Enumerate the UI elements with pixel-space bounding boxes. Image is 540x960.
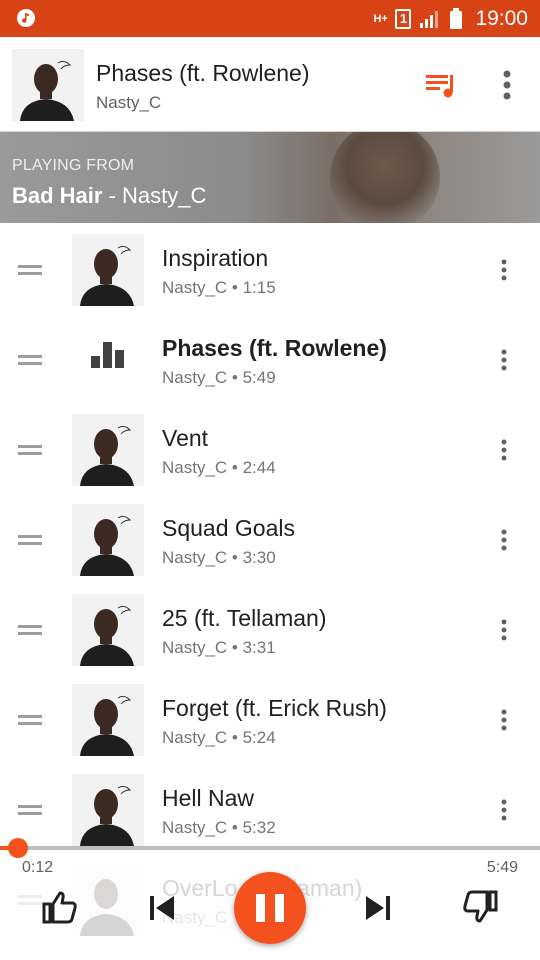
drag-handle-icon[interactable] (18, 445, 42, 455)
thumbs-down-icon[interactable] (462, 890, 498, 924)
music-note-icon (17, 9, 35, 27)
track-thumbnail (72, 774, 144, 846)
track-thumbnail (72, 414, 144, 486)
status-bar: H+ 1 19:00 (0, 0, 540, 37)
player-controls: 0:12 5:49 (0, 838, 540, 960)
more-vert-icon[interactable] (496, 259, 512, 281)
track-subtitle: Nasty_C • 3:30 (162, 548, 276, 567)
playing-from-label: PLAYING FROM (12, 157, 135, 174)
track-subtitle: Nasty_C • 5:24 (162, 728, 276, 747)
queue-row[interactable]: Forget (ft. Erick Rush) Nasty_C • 5:24 (0, 675, 540, 765)
now-playing-artist: Nasty_C (96, 93, 162, 112)
drag-handle-icon[interactable] (18, 535, 42, 545)
track-title: Hell Naw (162, 785, 255, 811)
track-title: Vent (162, 425, 209, 451)
playing-from-source: Bad Hair - Nasty_C (12, 183, 206, 209)
track-subtitle: Nasty_C • 5:49 (162, 368, 276, 387)
drag-handle-icon[interactable] (18, 265, 42, 275)
more-vert-icon[interactable] (494, 67, 520, 103)
drag-handle-icon[interactable] (18, 625, 42, 635)
total-duration: 5:49 (486, 859, 518, 876)
more-vert-icon[interactable] (496, 619, 512, 641)
track-thumbnail (72, 684, 144, 756)
seek-bar[interactable] (0, 846, 540, 850)
sim-slot-badge: 1 (395, 8, 412, 29)
track-title: Phases (ft. Rowlene) (162, 335, 387, 361)
queue-list: Inspiration Nasty_C • 1:15 Phases (ft. R… (0, 225, 540, 945)
track-thumbnail (72, 504, 144, 576)
skip-previous-icon[interactable] (148, 895, 176, 921)
track-thumbnail (72, 594, 144, 666)
queue-row[interactable]: 25 (ft. Tellaman) Nasty_C • 3:31 (0, 585, 540, 675)
track-thumbnail (72, 234, 144, 306)
skip-next-icon[interactable] (364, 895, 392, 921)
track-title: 25 (ft. Tellaman) (162, 605, 327, 631)
more-vert-icon[interactable] (496, 439, 512, 461)
queue-row[interactable]: Phases (ft. Rowlene) Nasty_C • 5:49 (0, 315, 540, 405)
playing-from-artist: Nasty_C (122, 183, 207, 208)
pause-button[interactable] (234, 872, 306, 944)
track-subtitle: Nasty_C • 5:32 (162, 818, 276, 837)
track-subtitle: Nasty_C • 2:44 (162, 458, 276, 477)
now-playing-header[interactable]: Phases (ft. Rowlene) Nasty_C (0, 37, 540, 132)
banner-artwork (330, 132, 440, 223)
now-playing-equalizer-icon (91, 342, 124, 368)
pause-bar-icon (275, 894, 284, 922)
drag-handle-icon[interactable] (18, 355, 42, 365)
pause-bar-icon (256, 894, 265, 922)
queue-row[interactable]: Hell Naw Nasty_C • 5:32 (0, 765, 540, 855)
more-vert-icon[interactable] (496, 529, 512, 551)
seek-bar-thumb[interactable] (8, 838, 28, 858)
more-vert-icon[interactable] (496, 349, 512, 371)
queue-music-icon[interactable] (424, 70, 458, 100)
more-vert-icon[interactable] (496, 709, 512, 731)
signal-bars-icon (420, 10, 439, 28)
drag-handle-icon[interactable] (18, 715, 42, 725)
queue-row[interactable]: Inspiration Nasty_C • 1:15 (0, 225, 540, 315)
battery-icon (450, 7, 463, 29)
network-type: H+ (373, 12, 388, 25)
playing-from-album: Bad Hair (12, 183, 103, 208)
track-subtitle: Nasty_C • 3:31 (162, 638, 276, 657)
playing-from-banner[interactable]: PLAYING FROM Bad Hair - Nasty_C (0, 132, 540, 223)
queue-row[interactable]: Squad Goals Nasty_C • 3:30 (0, 495, 540, 585)
track-subtitle: Nasty_C • 1:15 (162, 278, 276, 297)
album-art (12, 49, 84, 121)
more-vert-icon[interactable] (496, 799, 512, 821)
track-title: Inspiration (162, 245, 269, 271)
track-title: Squad Goals (162, 515, 295, 541)
drag-handle-icon[interactable] (18, 805, 42, 815)
queue-row[interactable]: Vent Nasty_C • 2:44 (0, 405, 540, 495)
playing-from-separator: - (102, 183, 123, 208)
track-title: Forget (ft. Erick Rush) (162, 695, 387, 721)
thumbs-up-icon[interactable] (42, 890, 78, 924)
clock: 19:00 (475, 6, 528, 30)
now-playing-title: Phases (ft. Rowlene) (96, 60, 310, 86)
elapsed-time: 0:12 (22, 859, 54, 876)
